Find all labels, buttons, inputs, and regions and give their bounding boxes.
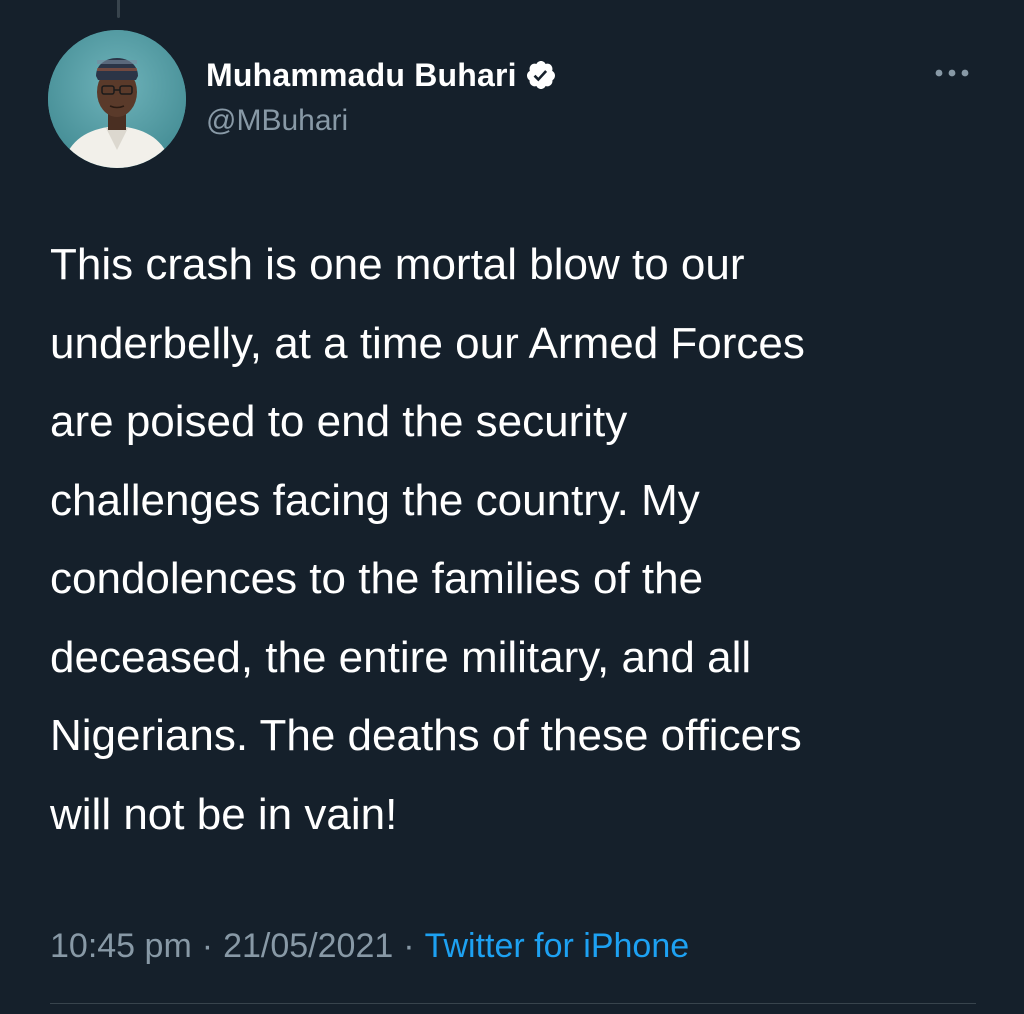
avatar[interactable] <box>48 30 186 168</box>
tweet-date[interactable]: 21/05/2021 <box>223 927 393 965</box>
divider <box>50 1003 976 1004</box>
more-horizontal-icon <box>935 69 969 77</box>
tweet-source-link[interactable]: Twitter for iPhone <box>425 927 690 965</box>
tweet-metadata: 10:45 pm · 21/05/2021 · Twitter for iPhone <box>50 924 689 968</box>
tweet-author[interactable]: Muhammadu Buhari <box>206 55 557 95</box>
author-display-name[interactable]: Muhammadu Buhari <box>206 57 517 94</box>
thread-connector-line <box>117 0 120 18</box>
verified-badge-icon <box>525 59 557 91</box>
tweet-text: This crash is one mortal blow to our und… <box>50 240 805 839</box>
meta-separator: · <box>201 927 214 965</box>
profile-photo-icon <box>48 30 186 168</box>
author-handle[interactable]: @MBuhari <box>206 104 348 138</box>
tweet-time[interactable]: 10:45 pm <box>50 927 192 965</box>
more-options-button[interactable] <box>928 58 976 88</box>
meta-separator: · <box>403 927 415 965</box>
